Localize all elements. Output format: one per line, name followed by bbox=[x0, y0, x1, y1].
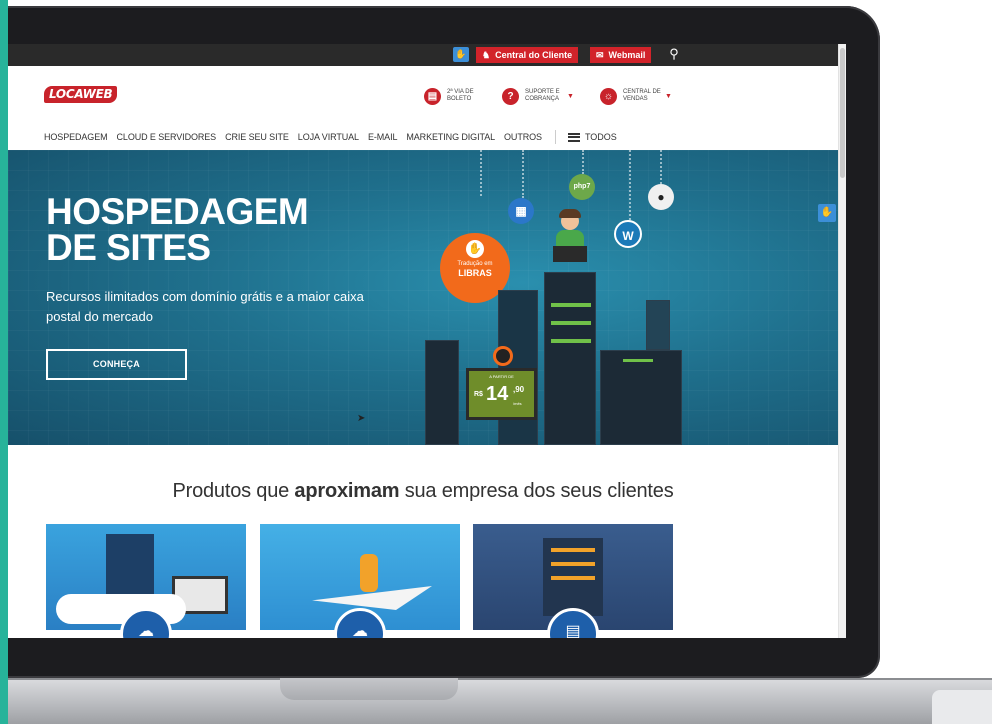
linux-icon: ● bbox=[648, 184, 674, 210]
scrollbar[interactable] bbox=[838, 44, 846, 638]
chevron-down-icon: ▼ bbox=[665, 92, 672, 100]
server-light bbox=[551, 321, 591, 325]
laptop-in-lap bbox=[553, 246, 587, 262]
products-title: Produtos que aproximam sua empresa dos s… bbox=[8, 480, 838, 503]
wordpress-icon: W bbox=[614, 220, 642, 248]
products-title-bold: aproximam bbox=[294, 480, 400, 502]
server-light bbox=[623, 359, 653, 362]
laptop-base-corner bbox=[932, 690, 992, 724]
vendas-link[interactable]: ☼ CENTRAL DE VENDAS ▼ bbox=[600, 84, 672, 108]
hand-icon: ✋ bbox=[466, 240, 484, 258]
barcode-icon: ▤ bbox=[424, 87, 441, 105]
boleto-label: 2ª VIA DE BOLETO bbox=[447, 89, 474, 102]
browser-screen: ✋ ♞ Central do Cliente ✉ Webmail ⚲ LOCAWEB… bbox=[8, 44, 846, 638]
nav-item-todos[interactable]: TODOS bbox=[567, 132, 617, 142]
laptop-mockup: ✋ ♞ Central do Cliente ✉ Webmail ⚲ LOCAWEB… bbox=[0, 0, 992, 724]
price-cents: ,90 bbox=[513, 385, 525, 394]
conheca-button[interactable]: CONHEÇA bbox=[46, 349, 187, 380]
todos-label: TODOS bbox=[584, 132, 617, 142]
person-illustration bbox=[360, 554, 378, 592]
windows-icon: ▦ bbox=[508, 198, 534, 224]
hero-title-line1: HOSPEDAGEM bbox=[46, 191, 309, 232]
hero-title-line2: DE SITES bbox=[46, 227, 211, 268]
hanging-line bbox=[582, 150, 584, 174]
central-cliente-label: Central do Cliente bbox=[495, 50, 573, 60]
hero-banner: HOSPEDAGEM DE SITES Recursos ilimitados … bbox=[8, 150, 838, 445]
site-header: LOCAWEB ▤ 2ª VIA DE BOLETO ? SUPORTE E C… bbox=[8, 66, 838, 122]
locaweb-logo[interactable]: LOCAWEB bbox=[44, 86, 118, 103]
hero-subtitle: Recursos ilimitados com domínio grátis e… bbox=[46, 289, 364, 324]
hanging-line bbox=[480, 150, 482, 196]
accessibility-icon[interactable]: ✋ bbox=[818, 204, 836, 222]
hanging-line bbox=[660, 150, 662, 184]
server-light bbox=[551, 339, 591, 343]
php-icon: php7 bbox=[569, 174, 595, 200]
server-tower bbox=[425, 340, 459, 445]
product-card-hospedagem[interactable]: ☁ bbox=[46, 524, 246, 638]
person-hair bbox=[559, 209, 581, 218]
nav-item-email[interactable]: E-MAIL bbox=[368, 132, 398, 142]
vendas-label: CENTRAL DE VENDAS bbox=[623, 89, 661, 102]
background-building bbox=[646, 300, 670, 350]
central-server-tower bbox=[544, 272, 596, 445]
mouse-cursor-icon: ➤ bbox=[357, 413, 366, 424]
nav-item-cloud[interactable]: CLOUD E SERVIDORES bbox=[117, 132, 217, 142]
main-nav: HOSPEDAGEM CLOUD E SERVIDORES CRIE SEU S… bbox=[44, 128, 684, 146]
hanging-line bbox=[522, 150, 524, 198]
accessibility-icon[interactable]: ✋ bbox=[453, 47, 469, 62]
libras-line2: LIBRAS bbox=[458, 268, 492, 278]
price-value: 14 bbox=[486, 383, 509, 405]
boleto-link[interactable]: ▤ 2ª VIA DE BOLETO bbox=[424, 84, 487, 108]
laptop-base bbox=[8, 678, 992, 724]
server-light bbox=[551, 562, 595, 566]
products-title-pre: Produtos que bbox=[172, 480, 295, 502]
nav-item-marketing[interactable]: MARKETING DIGITAL bbox=[406, 132, 495, 142]
teal-side-strip bbox=[0, 0, 8, 724]
server-light bbox=[551, 303, 591, 307]
nav-divider bbox=[554, 130, 556, 144]
user-icon: ♞ bbox=[482, 50, 491, 60]
server-light bbox=[551, 548, 595, 552]
help-icon: ? bbox=[502, 87, 519, 105]
scroll-thumb[interactable] bbox=[840, 48, 845, 178]
developer-illustration bbox=[553, 209, 587, 274]
webmail-button[interactable]: ✉ Webmail bbox=[590, 47, 652, 63]
headset-icon: ☼ bbox=[600, 87, 617, 105]
hanging-line bbox=[629, 150, 631, 220]
libras-line1: Tradução em bbox=[457, 261, 493, 267]
nav-item-outros[interactable]: OUTROS bbox=[504, 132, 542, 142]
server-rack bbox=[600, 350, 682, 445]
suporte-label: SUPORTE E COBRANÇA bbox=[525, 89, 560, 102]
laptop-hinge bbox=[280, 678, 458, 700]
chevron-down-icon: ▼ bbox=[567, 92, 574, 100]
product-card-servidores[interactable]: ▤ bbox=[473, 524, 673, 638]
search-icon[interactable]: ⚲ bbox=[666, 46, 682, 62]
products-title-post: sua empresa dos seus clientes bbox=[399, 480, 674, 502]
webmail-label: Webmail bbox=[608, 50, 646, 60]
webcam-icon bbox=[493, 346, 513, 366]
product-card-cloud[interactable]: ☁ bbox=[260, 524, 460, 638]
price-prefix: A PARTIR DE bbox=[489, 374, 514, 379]
price-currency: R$ bbox=[474, 391, 483, 398]
utility-bar: ✋ ♞ Central do Cliente ✉ Webmail ⚲ bbox=[8, 44, 838, 66]
suporte-link[interactable]: ? SUPORTE E COBRANÇA ▼ bbox=[502, 84, 574, 108]
mail-icon: ✉ bbox=[596, 50, 604, 60]
price-sign: A PARTIR DE R$ 14 ,90 /mês bbox=[466, 368, 537, 420]
nav-item-crie-site[interactable]: CRIE SEU SITE bbox=[225, 132, 289, 142]
price-unit: /mês bbox=[513, 401, 522, 406]
hero-title: HOSPEDAGEM DE SITES bbox=[46, 191, 309, 268]
menu-icon bbox=[567, 132, 580, 142]
nav-item-hospedagem[interactable]: HOSPEDAGEM bbox=[44, 132, 108, 142]
central-cliente-button[interactable]: ♞ Central do Cliente bbox=[476, 47, 579, 63]
server-light bbox=[551, 576, 595, 580]
nav-item-loja-virtual[interactable]: LOJA VIRTUAL bbox=[298, 132, 359, 142]
